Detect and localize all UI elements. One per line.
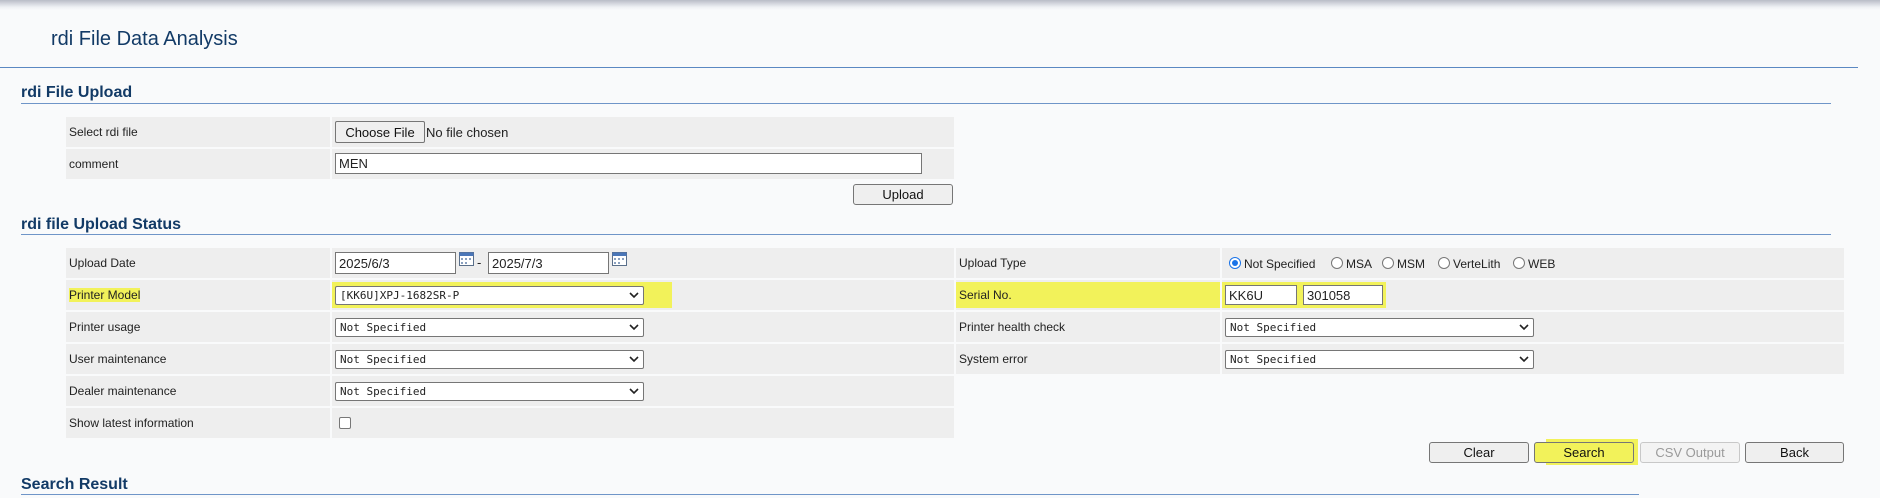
system-error-label: System error: [959, 352, 1028, 366]
search-result-divider: [21, 494, 1639, 495]
printer-usage-value-cell: Not Specified: [332, 312, 954, 342]
system-error-value: Not Specified: [1230, 353, 1317, 366]
upload-type-not-specified-radio[interactable]: [1229, 257, 1241, 269]
upload-type-web-radio[interactable]: [1513, 257, 1525, 269]
date-to-input[interactable]: 2025/7/3: [488, 252, 609, 274]
system-error-label-cell: System error: [956, 344, 1220, 374]
serial-no-value-cell: KK6U 301058: [1222, 280, 1844, 310]
upload-section-title: rdi File Upload: [21, 84, 133, 101]
upload-type-msa-label: MSA: [1346, 257, 1373, 271]
upload-type-vertelith-radio[interactable]: [1438, 257, 1450, 269]
comment-value-cell: MEN: [332, 149, 954, 179]
show-latest-label: Show latest information: [69, 416, 194, 430]
printer-model-value-cell: [KK6U]XPJ-1682SR-P: [332, 280, 954, 310]
printer-usage-select[interactable]: Not Specified: [335, 318, 644, 337]
printer-health-label: Printer health check: [959, 320, 1066, 334]
upload-date-label-cell: Upload Date: [66, 248, 330, 278]
printer-model-label-cell: Printer Model: [66, 280, 330, 310]
dealer-maint-label: Dealer maintenance: [69, 384, 177, 398]
serial-prefix-input[interactable]: KK6U: [1225, 285, 1297, 305]
printer-usage-label-cell: Printer usage: [66, 312, 330, 342]
upload-date-value-cell: 2025/6/3 - 2025/7/3: [332, 248, 954, 278]
printer-health-label-cell: Printer health check: [956, 312, 1220, 342]
search-result-title: Search Result: [21, 476, 128, 493]
comment-label-cell: comment: [66, 149, 330, 179]
upload-type-not-specified-label: Not Specified: [1244, 257, 1316, 271]
upload-button[interactable]: Upload: [853, 184, 953, 205]
comment-input[interactable]: MEN: [335, 153, 922, 174]
printer-model-label: Printer Model: [69, 288, 141, 302]
printer-usage-label: Printer usage: [69, 320, 141, 334]
user-maint-value-cell: Not Specified: [332, 344, 954, 374]
user-maint-label-cell: User maintenance: [66, 344, 330, 374]
upload-type-label-cell: Upload Type: [956, 248, 1220, 278]
chevron-down-icon: [1519, 356, 1529, 363]
system-error-select[interactable]: Not Specified: [1225, 350, 1534, 369]
show-latest-value-cell: [332, 408, 954, 438]
status-section-divider: [21, 234, 1831, 235]
system-error-value-cell: Not Specified: [1222, 344, 1844, 374]
upload-type-web-label: WEB: [1528, 257, 1556, 271]
upload-date-label: Upload Date: [69, 256, 136, 270]
printer-health-value-cell: Not Specified: [1222, 312, 1844, 342]
clear-button[interactable]: Clear: [1429, 442, 1529, 463]
serial-no-label: Serial No.: [959, 288, 1012, 302]
title-divider: [0, 67, 1858, 68]
printer-health-value: Not Specified: [1230, 321, 1317, 334]
page-title: rdi File Data Analysis: [51, 28, 238, 50]
search-button[interactable]: Search: [1534, 442, 1634, 463]
upload-type-msm-label: MSM: [1397, 257, 1425, 271]
date-separator: -: [477, 255, 482, 270]
status-section-title: rdi file Upload Status: [21, 216, 182, 233]
csv-output-button[interactable]: CSV Output: [1640, 442, 1740, 463]
select-file-value-cell: Choose File No file chosen: [332, 117, 954, 147]
upload-type-msm-radio[interactable]: [1382, 257, 1394, 269]
dealer-maint-label-cell: Dealer maintenance: [66, 376, 330, 406]
chevron-down-icon: [629, 388, 639, 395]
upload-section-divider: [21, 103, 1831, 104]
chevron-down-icon: [1519, 324, 1529, 331]
chevron-down-icon: [629, 356, 639, 363]
user-maint-select[interactable]: Not Specified: [335, 350, 644, 369]
back-button[interactable]: Back: [1745, 442, 1844, 463]
no-file-chosen-text: No file chosen: [426, 125, 509, 140]
printer-model-value: [KK6U]XPJ-1682SR-P: [340, 289, 460, 302]
date-from-input[interactable]: 2025/6/3: [335, 252, 456, 274]
dealer-maint-value-cell: Not Specified: [332, 376, 954, 406]
user-maint-label: User maintenance: [69, 352, 167, 366]
upload-type-vertelith-label: VerteLith: [1453, 257, 1501, 271]
dealer-maint-value: Not Specified: [340, 385, 427, 398]
serial-number-input[interactable]: 301058: [1303, 285, 1383, 305]
upload-type-msa-radio[interactable]: [1331, 257, 1343, 269]
serial-no-label-cell: Serial No.: [956, 280, 1220, 310]
printer-usage-value: Not Specified: [340, 321, 427, 334]
chevron-down-icon: [629, 292, 639, 299]
comment-label: comment: [69, 157, 119, 171]
upload-type-value-cell: Not Specified MSA MSM VerteLith WEB: [1222, 248, 1844, 278]
window-top-shadow: [0, 0, 1880, 10]
choose-file-button[interactable]: Choose File: [335, 121, 425, 143]
calendar-to-icon[interactable]: [612, 251, 627, 266]
show-latest-checkbox[interactable]: [339, 417, 351, 429]
dealer-maint-select[interactable]: Not Specified: [335, 382, 644, 401]
printer-model-select[interactable]: [KK6U]XPJ-1682SR-P: [335, 286, 644, 305]
printer-health-select[interactable]: Not Specified: [1225, 318, 1534, 337]
user-maint-value: Not Specified: [340, 353, 427, 366]
calendar-from-icon[interactable]: [459, 251, 474, 266]
select-file-label: Select rdi file: [69, 125, 138, 139]
show-latest-label-cell: Show latest information: [66, 408, 330, 438]
upload-type-label: Upload Type: [959, 256, 1027, 270]
select-file-label-cell: Select rdi file: [66, 117, 330, 147]
chevron-down-icon: [629, 324, 639, 331]
